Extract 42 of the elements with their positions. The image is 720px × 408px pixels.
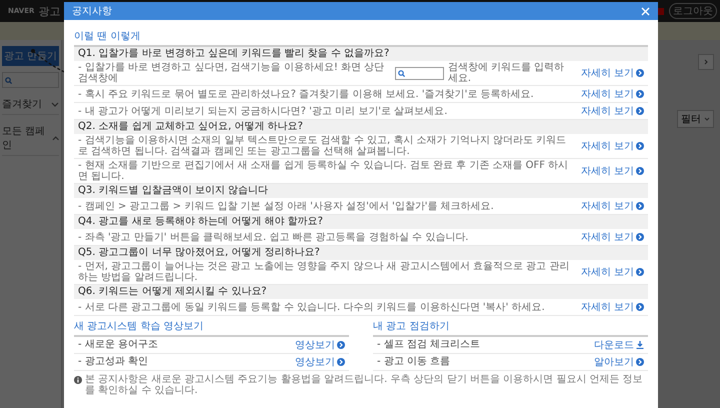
faq-answer: 검색창에 키워드를 입력하세요. [448, 62, 566, 84]
panel-link[interactable]: 알아보기 [594, 355, 644, 369]
dialog-title: 공지사항 [72, 5, 112, 18]
section-title: 이럴 땐 이렇게 [74, 30, 140, 43]
detail-link[interactable]: 자세히 보기 [580, 230, 644, 244]
faq-answer: - 좌측 '광고 만들기' 버튼을 클릭해보세요. 쉽고 빠른 광고등록을 경험하실 수 있습니다. [78, 232, 468, 242]
faq-answer: - 입찰가를 바로 변경하고 싶다면, 검색기능을 이용하세요! 화면 상단 검색창에 [78, 62, 386, 84]
panel-link[interactable]: 영상보기 [295, 355, 345, 369]
panel-item: - 광고성과 확인 [78, 356, 148, 368]
faq-question: Q1. 입찰가를 바로 변경하고 싶은데 키워드를 빨리 찾을 수 없을까요? [74, 47, 648, 61]
faq-answer: - 먼저, 광고그룹이 늘어나는 것은 광고 노출에는 영향을 주지 않으나 새 광고시스템에서 효율적으로 광고 관리하는 방법을 알려드립니다. [78, 261, 570, 283]
panel-link[interactable]: 영상보기 [295, 338, 345, 352]
detail-link[interactable]: 자세히 보기 [580, 199, 644, 213]
faq-answer: - 서로 다른 광고그룹에 동일 키워드를 등록할 수 있습니다. 다수의 키워드를 이용하신다면 '복사' 하세요. [78, 302, 545, 312]
sidebar-item[interactable]: 모든 캠페인 [2, 124, 52, 152]
detail-link[interactable]: 자세히 보기 [580, 104, 644, 118]
panel-item: - 광고 이동 흐름 [377, 356, 450, 368]
faq-question: Q5. 광고그룹이 너무 많아졌어요, 어떻게 정리하나요? [74, 246, 648, 260]
detail-link[interactable]: 자세히 보기 [580, 300, 644, 314]
sidebar-item[interactable]: 즐겨찾기 [2, 97, 42, 111]
detail-link[interactable]: 자세히 보기 [580, 265, 644, 279]
faq-answer: - 혹시 주요 키워드로 묶어 별도로 관리하셨나요? 즐겨찾기를 이용해 보세요. '즐겨찾기'로 등록하세요. [78, 88, 534, 100]
detail-link[interactable]: 자세히 보기 [580, 139, 644, 153]
panel-item: - 새로운 용어구조 [78, 339, 158, 351]
faq-question: Q6. 키워드는 어떻게 제외시킬 수 있나요? [74, 285, 648, 299]
faq-answer: - 현재 소재를 기반으로 편집기에서 새 소재를 쉽게 등록하실 수 있습니다. 검토 완료 후 기존 소재를 OFF 하시면 됩니다. [78, 160, 570, 182]
faq-question: Q2. 소재를 쉽게 교체하고 싶어요, 어떻게 하나요? [74, 120, 648, 134]
footer-note: 본 공지사항은 새로운 광고시스템 주요기능 활용법을 알려드립니다. 우측 상단의 닫기 버튼을 이용하시면 필요시 언제든 정보를 확인하실 수 있습니다. [85, 374, 644, 396]
detail-link[interactable]: 자세히 보기 [580, 66, 644, 80]
panel-title: 새 광고시스템 학습 영상보기 [74, 319, 349, 337]
app-title: 광고 [38, 4, 60, 18]
panel-item: - 셀프 점검 체크리스트 [377, 339, 480, 351]
detail-link[interactable]: 자세히 보기 [580, 164, 644, 178]
filter-dropdown[interactable]: 필터 [677, 110, 714, 128]
panel-link[interactable]: 다운로드 [594, 338, 644, 352]
faq-question: Q3. 키워드별 입찰금액이 보이지 않습니다 [74, 184, 648, 198]
panel-title: 내 광고 점검하기 [373, 319, 648, 337]
faq-question: Q4. 광고를 새로 등록해야 하는데 어떻게 해야 할까요? [74, 215, 648, 229]
faq-answer: - 검색기능을 이용하시면 소재의 일부 텍스트만으로도 검색할 수 있고, 혹시 소재가 기억나지 않더라도 키워드로 검색하면 됩니다. 검색결과 캠페인 또는 광고그룹을 선택해 살펴봅니다. [78, 135, 568, 157]
detail-link[interactable]: 자세히 보기 [580, 87, 644, 101]
faq-answer: - 캠페인 > 광고그룹 > 키워드 입찰 기본 설정 아래 '사용자 설정'에서 '입찰가'를 체크하세요. [78, 200, 494, 212]
faq-answer: - 내 광고가 어떻게 미리보기 되는지 궁금하시다면? '광고 미리 보기'로 살펴보세요. [78, 106, 448, 116]
